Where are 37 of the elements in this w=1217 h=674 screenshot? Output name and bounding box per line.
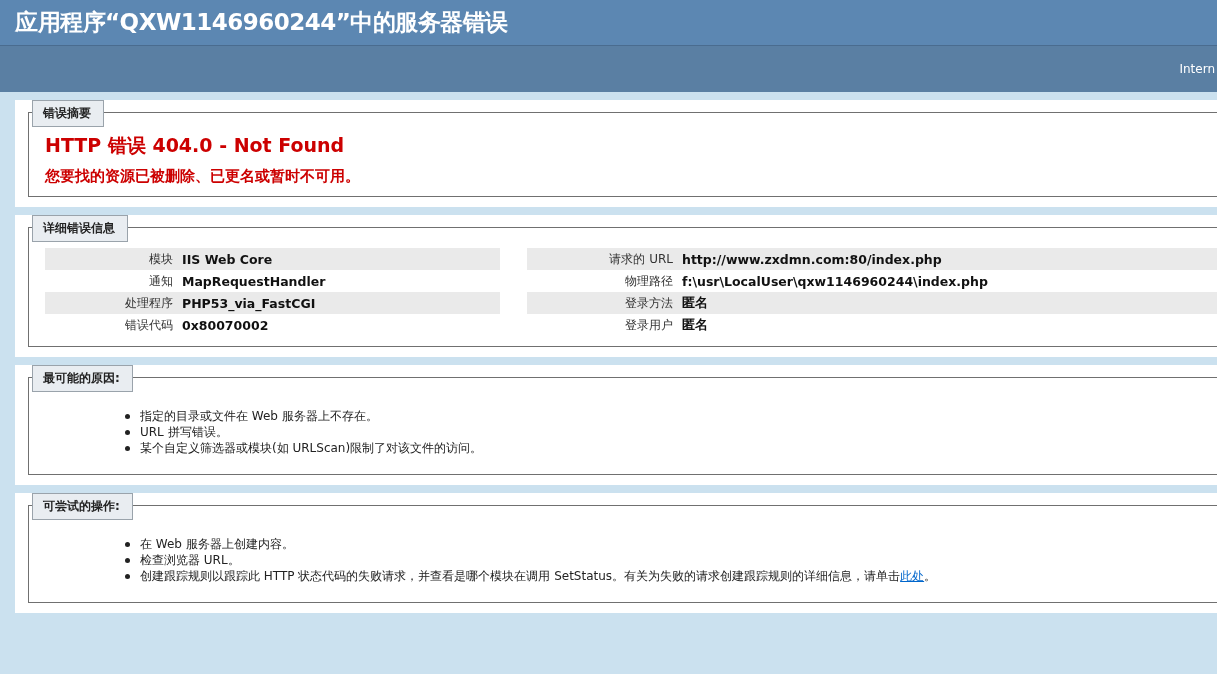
section-legend: 可尝试的操作:: [32, 493, 133, 520]
field-label: 物理路径: [624, 272, 674, 290]
section-legend: 最可能的原因:: [32, 365, 133, 392]
section-legend: 错误摘要: [32, 100, 104, 127]
field-label: 登录方法: [624, 294, 674, 312]
field-label: 处理程序: [124, 294, 174, 312]
field-value: 匿名: [682, 316, 708, 334]
list-text: URL 拼写错误。: [140, 424, 228, 440]
field-label: 通知: [148, 272, 174, 290]
field-label: 请求的 URL: [608, 250, 674, 268]
field-label: 模块: [148, 250, 174, 268]
list-text: 创建跟踪规则以跟踪此 HTTP 状态代码的失败请求，并查看是哪个模块在调用 SetStatus。有关为失败的请求创建跟踪规则的详细信息，请单击此处。: [140, 568, 937, 584]
bullet-icon: [125, 573, 130, 579]
field-value: MapRequestHandler: [182, 273, 326, 289]
list-text: 某个自定义筛选器或模块(如 URLScan)限制了对该文件的访问。: [140, 440, 483, 456]
field-value: f:\usr\LocalUser\qxw1146960244\index.php: [682, 273, 988, 289]
section-legend: 详细错误信息: [32, 215, 128, 242]
field-value: IIS Web Core: [182, 251, 273, 267]
bullet-icon: [125, 445, 130, 451]
bullet-icon: [125, 541, 130, 547]
error-heading: HTTP 错误 404.0 - Not Found: [45, 133, 346, 158]
bullet-icon: [125, 413, 130, 419]
list-text: 检查浏览器 URL。: [140, 552, 240, 568]
field-value: 匿名: [682, 294, 708, 312]
help-link[interactable]: 此处: [900, 569, 925, 583]
error-message: 您要找的资源已被删除、已更名或暂时不可用。: [45, 167, 361, 186]
field-value: http://www.zxdmn.com:80/index.php: [682, 251, 942, 267]
bullet-icon: [125, 429, 130, 435]
field-value: 0x80070002: [182, 317, 269, 333]
field-label: 错误代码: [124, 316, 174, 334]
list-text: 在 Web 服务器上创建内容。: [140, 536, 294, 552]
field-value: PHP53_via_FastCGI: [182, 295, 316, 311]
list-text: 指定的目录或文件在 Web 服务器上不存在。: [140, 408, 378, 424]
field-label: 登录用户: [624, 316, 674, 334]
page-title: 应用程序“QXW1146960244”中的服务器错误: [15, 8, 508, 37]
subheader-text: Intern: [1179, 62, 1216, 76]
bullet-icon: [125, 557, 130, 563]
